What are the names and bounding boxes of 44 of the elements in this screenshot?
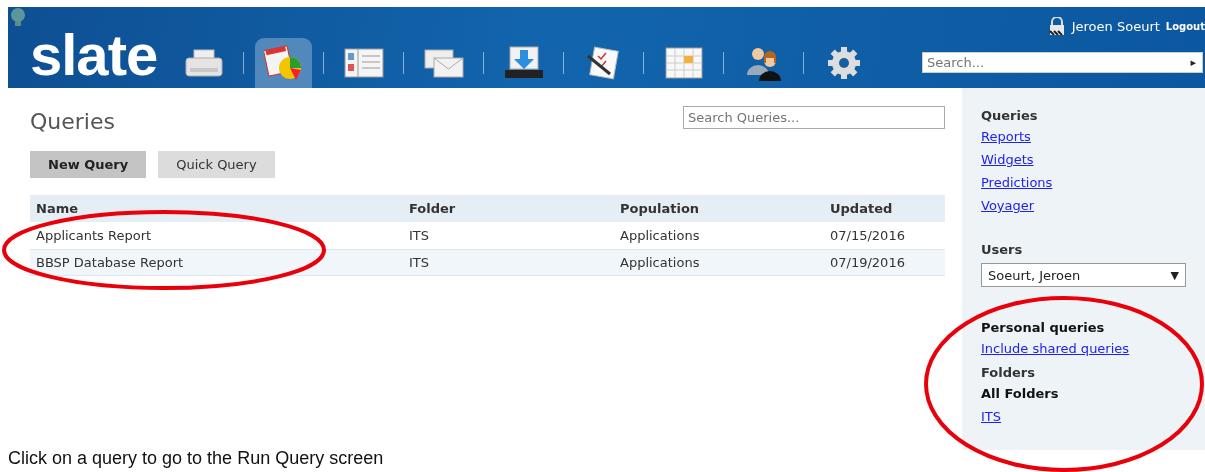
table-cell: Applications (614, 249, 824, 276)
query-link[interactable]: Applicants Report (30, 222, 403, 249)
section-heading: Folders (981, 364, 1035, 382)
toolbar-button[interactable] (255, 38, 313, 88)
sidebar-link[interactable]: Voyager (981, 194, 1035, 217)
envelope-icon (423, 48, 464, 78)
sidebar-link[interactable]: Reports (981, 125, 1031, 148)
sidebar-link[interactable]: Predictions (981, 171, 1053, 194)
column-header: Population (614, 195, 824, 222)
query-link[interactable]: BBSP Database Report (30, 249, 403, 276)
section-heading: Personal queries (981, 319, 1105, 337)
column-header: Name (30, 195, 403, 222)
query-button[interactable]: Quick Query (158, 151, 275, 178)
inbox-icon (503, 46, 544, 80)
table-cell: 07/19/2016 (824, 249, 945, 276)
caption-text: Click on a query to go to the Run Query screen (8, 448, 384, 468)
calendar-icon (664, 47, 703, 79)
table-cell-text: ITS (408, 227, 431, 245)
user-name: Jeroen Soeurt (1071, 18, 1160, 34)
user-select[interactable]: Soeurt, Jeroen ▼ (981, 263, 1186, 287)
search-field[interactable]: Search... ▸ (922, 52, 1203, 73)
logo[interactable]: slate (30, 26, 158, 84)
section-heading: Queries (981, 107, 1038, 125)
logout-link[interactable]: Logout (1165, 20, 1205, 32)
query-button[interactable]: New Query (30, 151, 147, 178)
search-field[interactable]: Search Queries... (683, 106, 945, 129)
folder-item[interactable]: All Folders (981, 382, 1059, 405)
table-cell-text: Applications (619, 227, 701, 245)
padlock-icon (1047, 17, 1066, 35)
table-cell: ITS (403, 249, 614, 276)
folder-item[interactable]: ITS (981, 405, 1002, 428)
go-arrow[interactable]: ▸ (1190, 56, 1202, 69)
form-icon (343, 48, 384, 78)
gear-icon (826, 46, 861, 80)
pie-chart-icon (263, 44, 304, 82)
lightbulb-icon (10, 7, 26, 27)
printer-icon (183, 48, 224, 78)
sidebar-link[interactable]: Include shared queries (981, 337, 1130, 360)
section-heading: Users (981, 241, 1023, 259)
sidebar-link[interactable]: Widgets (981, 148, 1034, 171)
column-header: Updated (824, 195, 945, 222)
page-title: Queries (30, 109, 115, 134)
column-header: Folder (403, 195, 614, 222)
table-cell-text: 07/15/2016 (829, 227, 906, 245)
